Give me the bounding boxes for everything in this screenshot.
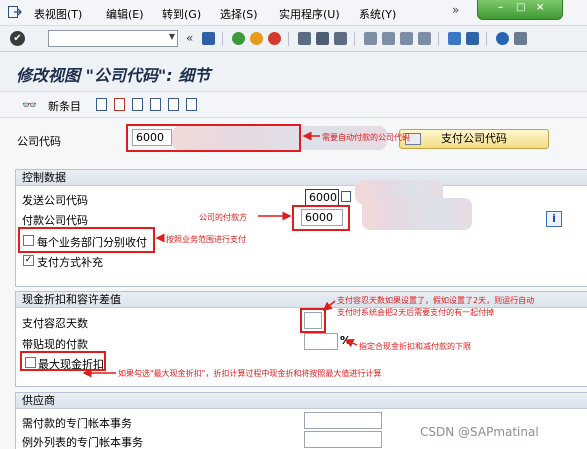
select-all-icon[interactable] bbox=[186, 98, 197, 111]
percent-sign: % bbox=[340, 334, 352, 347]
highlight-box bbox=[20, 351, 106, 371]
min-discount-field[interactable] bbox=[304, 333, 338, 350]
new-session-icon[interactable] bbox=[448, 32, 461, 45]
exit-icon[interactable] bbox=[250, 32, 263, 45]
payment-method-checkbox[interactable]: ✓ bbox=[23, 255, 34, 266]
menu-select[interactable]: 选择(S) bbox=[220, 6, 258, 22]
previous-page-icon[interactable] bbox=[382, 32, 395, 45]
annotation-separate: 按照业务范围进行支付 bbox=[166, 235, 246, 244]
annotation-min-discount: 指定合现金折扣和减付款的下限 bbox=[359, 342, 471, 351]
min-discount-label: 带贴现的付款 bbox=[22, 338, 88, 351]
menu-table-view[interactable]: 表视图(T) bbox=[34, 6, 82, 22]
annotation-paying: 公司的付款方 bbox=[199, 213, 247, 222]
last-page-icon[interactable] bbox=[418, 32, 431, 45]
screen-title-bar: 修改视图 "公司代码": 细节 bbox=[0, 52, 587, 92]
delete-icon[interactable] bbox=[114, 98, 125, 111]
payment-method-label: 支付方式补充 bbox=[37, 256, 103, 269]
annotation-tolerance-2: 支付时系统会把2天后需要支付的有一起付掉 bbox=[337, 308, 495, 317]
enter-check-icon[interactable]: ✔ bbox=[10, 31, 25, 46]
menu-edit[interactable]: 编辑(E) bbox=[106, 6, 144, 22]
layout-menu-icon[interactable] bbox=[514, 32, 527, 45]
annotation-tolerance-1: 支付容忍天数如果设置了，假如设置了2天，则运行自动 bbox=[337, 296, 535, 305]
detail-content: 公司代码 6000 支付公司代码 需要自动付款的公司代码 控制数据 发送公司代码… bbox=[0, 118, 587, 449]
standard-toolbar: ✔ ▼ « bbox=[0, 26, 587, 52]
highlight-box bbox=[300, 308, 326, 333]
first-page-icon[interactable] bbox=[364, 32, 377, 45]
menu-goto[interactable]: 转到(G) bbox=[162, 6, 201, 22]
annotation-max-discount: 如果勾选"最大现金折扣"，折扣计算过程中现金折和将按照最大值进行计算 bbox=[118, 369, 382, 378]
window-controls: – □ × bbox=[477, 0, 563, 20]
exceptions-label: 例外列表的专门帐本事务 bbox=[22, 436, 143, 449]
sending-company-code-label: 发送公司代码 bbox=[22, 194, 88, 207]
highlight-box bbox=[292, 205, 350, 231]
next-page-icon[interactable] bbox=[400, 32, 413, 45]
menu-overflow[interactable]: » bbox=[452, 3, 459, 17]
toolbar-separator bbox=[288, 32, 289, 46]
menu-arrow-icon[interactable] bbox=[8, 6, 22, 18]
redacted-text bbox=[362, 198, 472, 230]
menu-utilities[interactable]: 实用程序(U) bbox=[279, 6, 340, 22]
special-gl-label: 需付款的专门帐本事务 bbox=[22, 417, 132, 430]
exceptions-field[interactable] bbox=[304, 431, 382, 448]
toolbar-separator bbox=[438, 32, 439, 46]
company-code-label: 公司代码 bbox=[17, 135, 61, 148]
toolbar-separator bbox=[486, 32, 487, 46]
chevron-down-icon[interactable]: ▼ bbox=[169, 32, 175, 41]
maximize-icon[interactable]: □ bbox=[516, 2, 525, 13]
annotation-company: 需要自动付款的公司代码 bbox=[322, 133, 410, 142]
undo-change-icon[interactable] bbox=[132, 98, 143, 111]
print-icon[interactable] bbox=[298, 32, 311, 45]
toolbar-separator bbox=[222, 32, 223, 46]
control-data-header: 控制数据 bbox=[16, 170, 587, 186]
next-entry-icon[interactable] bbox=[168, 98, 179, 111]
special-gl-field[interactable] bbox=[304, 412, 382, 429]
close-icon[interactable]: × bbox=[536, 2, 544, 13]
paying-company-code-button[interactable]: 支付公司代码 bbox=[399, 129, 549, 149]
highlight-box bbox=[18, 227, 155, 253]
command-field[interactable]: ▼ bbox=[48, 30, 178, 47]
tolerance-days-label: 支付容忍天数 bbox=[22, 317, 88, 330]
back-icon[interactable] bbox=[232, 32, 245, 45]
sending-company-code-field[interactable]: 6000 bbox=[305, 189, 339, 206]
vendor-header: 供应商 bbox=[16, 393, 587, 409]
toolbar-separator bbox=[354, 32, 355, 46]
application-toolbar: 👓 新条目 bbox=[0, 92, 587, 118]
command-input[interactable] bbox=[49, 31, 161, 46]
paying-company-code-label: 付款公司代码 bbox=[22, 214, 88, 227]
find-next-icon[interactable] bbox=[334, 32, 347, 45]
copy-as-icon[interactable] bbox=[96, 98, 107, 111]
minimize-icon[interactable]: – bbox=[498, 2, 503, 13]
highlight-box bbox=[126, 124, 301, 152]
info-icon[interactable]: i bbox=[546, 211, 562, 227]
menu-system[interactable]: 系统(Y) bbox=[359, 6, 396, 22]
menu-bar: 表视图(T) 编辑(E) 转到(G) 选择(S) 实用程序(U) 系统(Y) »… bbox=[0, 0, 587, 26]
watermark: CSDN @SAPmatinal bbox=[420, 425, 539, 439]
cancel-icon[interactable] bbox=[268, 32, 281, 45]
previous-entry-icon[interactable] bbox=[150, 98, 161, 111]
nav-back-icon[interactable]: « bbox=[186, 31, 193, 45]
paying-company-code-button-label: 支付公司代码 bbox=[441, 132, 507, 145]
display-change-icon[interactable]: 👓 bbox=[22, 98, 37, 112]
help-icon[interactable] bbox=[496, 32, 509, 45]
find-icon[interactable] bbox=[316, 32, 329, 45]
shortcut-icon[interactable] bbox=[466, 32, 479, 45]
new-entries-button[interactable]: 新条目 bbox=[48, 98, 81, 114]
save-icon[interactable] bbox=[202, 32, 215, 45]
page-title: 修改视图 "公司代码": 细节 bbox=[16, 66, 211, 85]
match-code-icon[interactable] bbox=[341, 191, 351, 202]
